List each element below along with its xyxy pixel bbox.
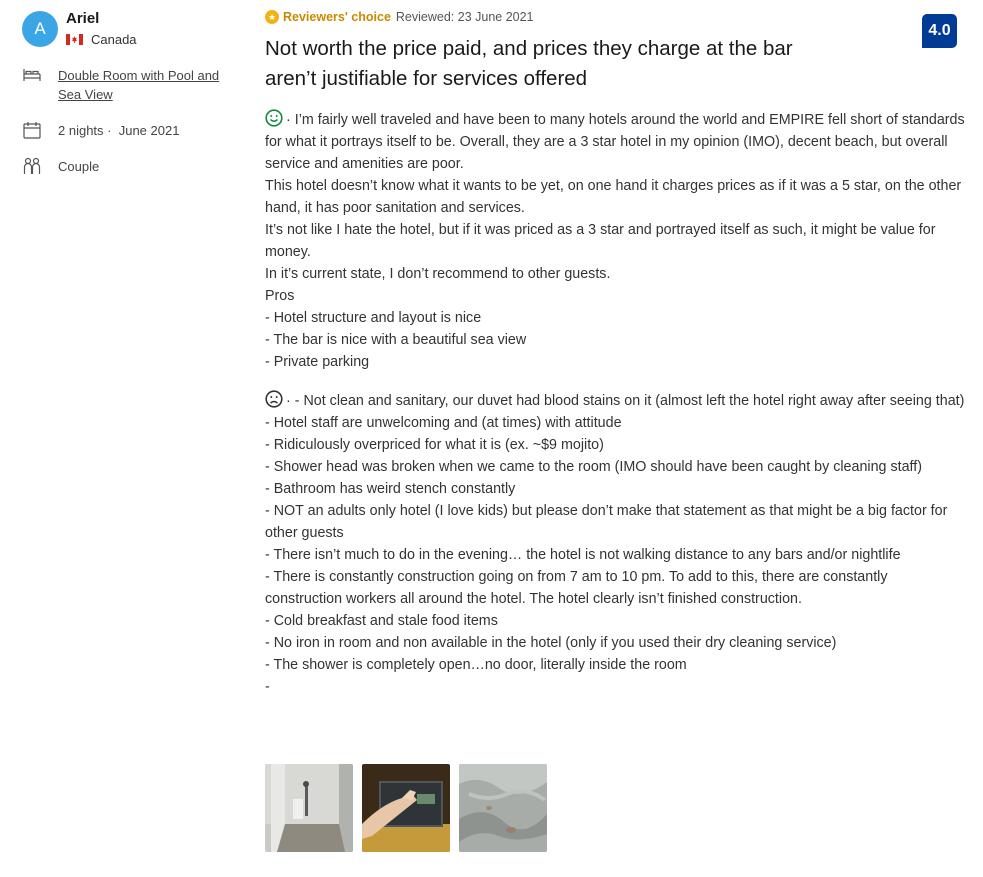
- disliked-paragraph: · - Not clean and sanitary, our duvet ha…: [265, 390, 965, 412]
- canada-flag-icon: [66, 34, 83, 45]
- safe-photo[interactable]: [362, 764, 450, 852]
- reviewer-country: Canada: [66, 32, 137, 47]
- couple-icon: [23, 157, 41, 174]
- disliked-paragraph: - Ridiculously overpriced for what it is…: [265, 437, 604, 453]
- liked-paragraph: Pros: [265, 288, 295, 304]
- traveler-type: Couple: [58, 159, 100, 174]
- disliked-paragraph: - Hotel staff are unwelcoming and (at ti…: [265, 415, 622, 431]
- smile-icon: [265, 109, 283, 127]
- room-info: Double Room with Pool and Sea View: [22, 66, 228, 104]
- frown-icon: [265, 390, 283, 408]
- calendar-icon: [23, 122, 41, 139]
- disliked-paragraph: - NOT an adults only hotel (I love kids)…: [265, 503, 948, 541]
- stay-length: 2 nights · June 2021: [58, 123, 180, 138]
- liked-paragraph: - Hotel structure and layout is nice: [265, 310, 482, 326]
- disliked-paragraph: - There is constantly construction going…: [265, 569, 888, 607]
- liked-paragraph: - Private parking: [265, 354, 370, 370]
- reviewers-choice-badge: ★ Reviewers' choice Reviewed: 23 June 20…: [265, 10, 534, 24]
- shower-photo[interactable]: [265, 764, 353, 852]
- disliked-paragraph: - No iron in room and non available in t…: [265, 635, 837, 651]
- stay-info: 2 nights · June 2021: [22, 121, 179, 140]
- avatar: A: [22, 11, 58, 47]
- badge-label: Reviewers' choice: [283, 10, 391, 24]
- disliked-section: · - Not clean and sanitary, our duvet ha…: [265, 390, 965, 698]
- liked-paragraph: - The bar is nice with a beautiful sea v…: [265, 332, 527, 348]
- disliked-paragraph: - The shower is completely open…no door,…: [265, 657, 687, 673]
- disliked-paragraph: - There isn’t much to do in the evening……: [265, 547, 901, 563]
- disliked-paragraph: - Bathroom has weird stench constantly: [265, 481, 516, 497]
- review-date: Reviewed: 23 June 2021: [395, 10, 534, 24]
- room-type-link[interactable]: Double Room with Pool and Sea View: [58, 66, 228, 104]
- disliked-paragraph: -: [265, 679, 270, 695]
- reviewer-name: Ariel: [66, 10, 100, 27]
- disliked-paragraph: - Shower head was broken when we came to…: [265, 459, 922, 475]
- duvet-photo[interactable]: [459, 764, 547, 852]
- liked-section: · I’m fairly well traveled and have been…: [265, 109, 965, 373]
- traveler-info: Couple: [22, 157, 99, 176]
- disliked-paragraph: - Cold breakfast and stale food items: [265, 613, 498, 629]
- review-score: 4.0: [922, 14, 957, 48]
- liked-paragraph: It’s not like I hate the hotel, but if i…: [265, 222, 936, 260]
- liked-paragraph: In it’s current state, I don’t recommend…: [265, 266, 611, 282]
- country-label: Canada: [91, 32, 137, 47]
- bed-icon: [23, 69, 41, 81]
- liked-paragraph: · I’m fairly well traveled and have been…: [265, 109, 965, 175]
- star-icon: ★: [265, 10, 279, 24]
- liked-paragraph: This hotel doesn’t know what it wants to…: [265, 178, 962, 216]
- review-photos: [265, 764, 547, 852]
- review-title: Not worth the price paid, and prices the…: [265, 37, 793, 90]
